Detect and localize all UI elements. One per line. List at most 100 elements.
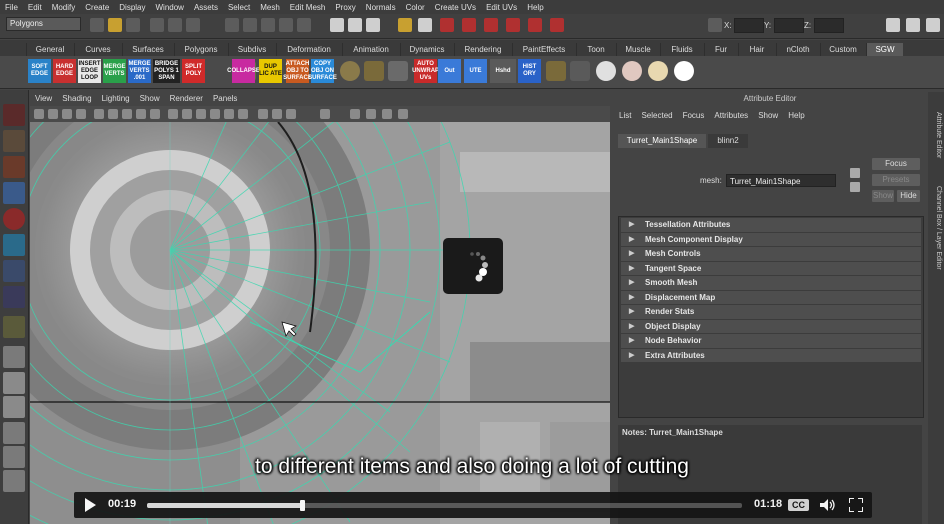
collapse-button[interactable]: COLLAPSE (227, 59, 260, 83)
insert-edge-loop-button[interactable]: INSERT EDGE LOOP (78, 59, 101, 83)
motion-blur-icon[interactable] (382, 109, 392, 119)
isolate-select-icon[interactable] (258, 109, 268, 119)
menu-select[interactable]: Select (223, 0, 255, 14)
menu-window[interactable]: Window (151, 0, 189, 14)
focus-button[interactable]: Focus (872, 158, 920, 170)
fullscreen-icon[interactable] (849, 498, 863, 512)
seek-bar[interactable] (147, 500, 742, 511)
shelf-tab-deformation[interactable]: Deformation (276, 43, 341, 56)
shelf-tab-muscle[interactable]: Muscle (616, 43, 659, 56)
seek-handle[interactable] (299, 500, 305, 511)
xray-joints-icon[interactable] (272, 109, 282, 119)
bookmark-icon[interactable] (62, 109, 72, 119)
attr-menu-list[interactable]: List (614, 109, 636, 123)
volume-icon[interactable] (820, 499, 836, 511)
shelf-tab-subdivs[interactable]: Subdivs (228, 43, 275, 56)
history-button[interactable]: HIST ORY (518, 59, 541, 83)
menu-edit[interactable]: Edit (23, 0, 47, 14)
viewport-menu-show[interactable]: Show (135, 92, 165, 106)
curve-tool-icon[interactable] (364, 61, 384, 81)
shelf-tab-painteffects[interactable]: PaintEffects (512, 43, 575, 56)
snapshot-icon[interactable] (550, 18, 564, 32)
menu-mesh[interactable]: Mesh (255, 0, 285, 14)
section-mesh-controls[interactable]: ▶ Mesh Controls (621, 247, 921, 261)
outliner-button[interactable]: Out (438, 59, 461, 83)
menu-help[interactable]: Help (522, 0, 548, 14)
rotate-tool-icon[interactable] (3, 208, 25, 230)
anti-aliasing-icon[interactable] (398, 109, 408, 119)
viewport-menu-panels[interactable]: Panels (208, 92, 242, 106)
shelf-tab-rendering[interactable]: Rendering (454, 43, 511, 56)
shelf-tab-curves[interactable]: Curves (74, 43, 121, 56)
resolution-gate-icon[interactable] (122, 109, 132, 119)
y-field[interactable] (774, 18, 804, 33)
shelf-tab-dynamics[interactable]: Dynamics (400, 43, 453, 56)
lasso-tool-icon[interactable] (3, 130, 25, 152)
field-chart-icon[interactable] (150, 109, 160, 119)
shelf-tab-ncloth[interactable]: nCloth (776, 43, 819, 56)
uv-texture-editor-button[interactable]: UTE (464, 59, 487, 83)
make-live-icon[interactable] (297, 18, 311, 32)
layout-persp-icon[interactable] (3, 346, 25, 368)
textured-icon[interactable] (224, 109, 234, 119)
gear-tool-icon[interactable] (340, 61, 360, 81)
move-tool-icon[interactable] (3, 182, 25, 204)
channel-box-side-tab[interactable]: Channel Box / Layer Editor (930, 178, 942, 278)
shelf-tab-fur[interactable]: Fur (704, 43, 737, 56)
duplicate-button[interactable]: DUP LIC ATE (259, 59, 282, 83)
attribute-editor-side-tab[interactable]: Attribute Editor (930, 100, 942, 170)
bevel-tool-icon[interactable] (570, 61, 590, 81)
menu-file[interactable]: File (0, 0, 23, 14)
input-mode-icon[interactable] (708, 18, 722, 32)
bullseye-tool-icon[interactable] (648, 61, 668, 81)
channel-box-toggle-icon[interactable] (926, 18, 940, 32)
shelf-tab-sgw[interactable]: SGW (866, 43, 903, 56)
render-frame-icon[interactable] (440, 18, 454, 32)
paint-select-icon[interactable] (3, 156, 25, 178)
closed-captions-button[interactable]: CC (788, 499, 809, 511)
gate-mask-icon[interactable] (136, 109, 146, 119)
section-object-display[interactable]: ▶ Object Display (621, 319, 921, 333)
viewport-menu-renderer[interactable]: Renderer (165, 92, 208, 106)
menu-edit-uvs[interactable]: Edit UVs (481, 0, 522, 14)
menu-create-uvs[interactable]: Create UVs (430, 0, 481, 14)
render-view-icon[interactable] (418, 18, 432, 32)
crosshair-tool-icon[interactable] (622, 61, 642, 81)
render-region-icon[interactable] (528, 18, 542, 32)
hypershade-button[interactable]: Hshd (490, 59, 516, 83)
merge-verts-button[interactable]: MERGE VERTS (103, 59, 126, 83)
attr-menu-focus[interactable]: Focus (678, 109, 710, 123)
menu-normals[interactable]: Normals (361, 0, 401, 14)
target-tool-icon[interactable] (596, 61, 616, 81)
attr-menu-help[interactable]: Help (783, 109, 809, 123)
xray-icon[interactable] (210, 109, 220, 119)
manipulator-icon[interactable] (3, 260, 25, 282)
menu-display[interactable]: Display (114, 0, 150, 14)
section-smooth-mesh[interactable]: ▶ Smooth Mesh (621, 276, 921, 290)
viewport-menu-lighting[interactable]: Lighting (97, 92, 135, 106)
layout-single-icon[interactable] (3, 316, 25, 338)
camera-icon[interactable] (34, 109, 44, 119)
grid-icon[interactable] (94, 109, 104, 119)
attribute-editor-toggle-icon[interactable] (886, 18, 900, 32)
presets-button[interactable]: Presets (872, 174, 920, 186)
menu-modify[interactable]: Modify (47, 0, 81, 14)
shelf-tab-surfaces[interactable]: Surfaces (122, 43, 173, 56)
last-tool-icon[interactable] (3, 286, 25, 308)
open-scene-icon[interactable] (108, 18, 122, 32)
shelf-tab-custom[interactable]: Custom (820, 43, 865, 56)
input-connection-icon[interactable] (850, 168, 860, 178)
attr-menu-selected[interactable]: Selected (636, 109, 677, 123)
split-poly-button[interactable]: SPLIT POLY (182, 59, 205, 83)
shelf-tab-general[interactable]: General (26, 43, 73, 56)
input-list-icon[interactable] (348, 18, 362, 32)
snap-plane-icon[interactable] (279, 18, 293, 32)
snap-grid-icon[interactable] (225, 18, 239, 32)
hierarchy-tool-icon[interactable] (388, 61, 408, 81)
section-node-behavior[interactable]: ▶ Node Behavior (621, 334, 921, 348)
checker-ball-icon[interactable] (674, 61, 694, 81)
play-icon[interactable] (84, 498, 96, 512)
select-component-icon[interactable] (186, 18, 200, 32)
merge-verts-001-button[interactable]: MERGE VERTS .001 (128, 59, 151, 83)
layout-four-icon[interactable] (3, 372, 25, 394)
